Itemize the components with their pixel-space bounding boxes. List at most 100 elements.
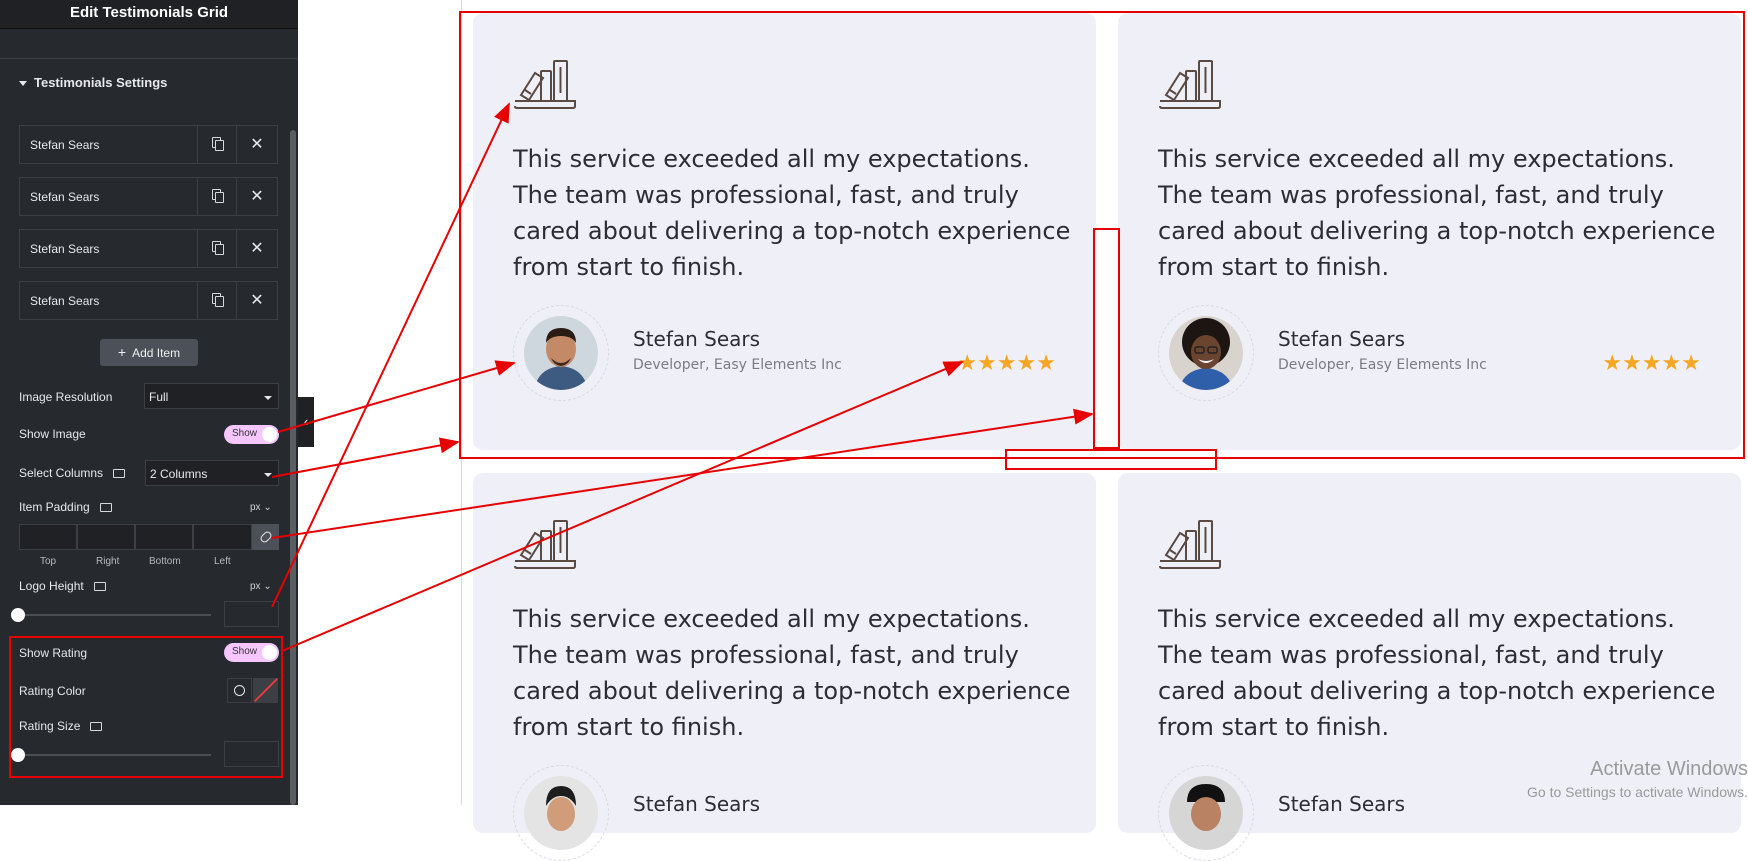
rating-stars: ★★★★★ bbox=[1602, 350, 1701, 375]
duplicate-icon[interactable] bbox=[197, 126, 237, 163]
padding-bottom-input[interactable] bbox=[135, 524, 193, 550]
padding-right-input[interactable] bbox=[77, 524, 135, 550]
desktop-icon[interactable] bbox=[113, 469, 126, 478]
author-name: Stefan Sears bbox=[1278, 327, 1406, 351]
padding-left-input[interactable] bbox=[193, 524, 252, 550]
panel-title: Edit Testimonials Grid bbox=[0, 0, 298, 29]
avatar bbox=[513, 305, 609, 401]
close-icon[interactable]: ✕ bbox=[237, 178, 277, 215]
rating-size-text: Rating Size bbox=[19, 719, 81, 733]
toggle-text: Show bbox=[232, 428, 258, 439]
item-padding-dimensions bbox=[19, 524, 279, 550]
author-role: Developer, Easy Elements Inc bbox=[633, 357, 842, 373]
desktop-icon[interactable] bbox=[99, 503, 112, 512]
avatar bbox=[1158, 765, 1254, 861]
testimonial-card: This service exceeded all my expectation… bbox=[473, 13, 1096, 450]
rating-stars: ★★★★★ bbox=[957, 350, 1056, 375]
rating-size-label: Rating Size bbox=[19, 719, 103, 733]
editor-panel: Edit Testimonials Grid Testimonials Sett… bbox=[0, 0, 298, 805]
toggle-text: Show bbox=[232, 646, 258, 657]
globe-icon[interactable] bbox=[227, 678, 252, 703]
add-item-button[interactable]: + Add Item bbox=[100, 339, 198, 366]
select-columns-select[interactable]: 2 Columns bbox=[145, 460, 279, 486]
close-icon[interactable]: ✕ bbox=[237, 126, 277, 163]
desktop-icon[interactable] bbox=[90, 722, 103, 731]
padding-top-input[interactable] bbox=[19, 524, 77, 550]
show-image-toggle[interactable]: Show bbox=[224, 425, 279, 444]
link-icon[interactable] bbox=[252, 524, 279, 550]
avatar bbox=[513, 765, 609, 861]
testimonial-quote: This service exceeded all my expectation… bbox=[1158, 605, 1716, 741]
padding-right-label: Right bbox=[96, 556, 120, 567]
repeater-item-label: Stefan Sears bbox=[30, 138, 100, 152]
padding-top-label: Top bbox=[40, 556, 57, 567]
testimonial-quote: This service exceeded all my expectation… bbox=[513, 145, 1071, 281]
close-icon[interactable]: ✕ bbox=[237, 282, 277, 319]
books-logo-icon bbox=[514, 60, 576, 109]
show-rating-label: Show Rating bbox=[19, 646, 88, 660]
padding-left-label: Left bbox=[214, 556, 231, 567]
logo-height-slider-track[interactable] bbox=[19, 614, 211, 616]
testimonial-quote: This service exceeded all my expectation… bbox=[513, 605, 1071, 741]
column-guide bbox=[461, 0, 462, 805]
books-logo-icon bbox=[514, 520, 576, 569]
unit-label: px bbox=[250, 502, 261, 513]
rating-size-slider-knob[interactable] bbox=[11, 748, 25, 762]
author-name: Stefan Sears bbox=[1278, 792, 1406, 816]
duplicate-icon[interactable] bbox=[197, 230, 237, 267]
caret-down-icon bbox=[19, 81, 27, 86]
show-rating-toggle[interactable]: Show bbox=[224, 643, 279, 662]
select-columns-value: 2 Columns bbox=[150, 467, 208, 481]
panel-scrollbar[interactable] bbox=[290, 130, 296, 805]
repeater-item-label: Stefan Sears bbox=[30, 242, 100, 256]
unit-label: px bbox=[250, 581, 261, 592]
logo-height-unit-select[interactable]: px ⌄ bbox=[250, 581, 272, 592]
item-padding-label: Item Padding bbox=[19, 500, 112, 514]
padding-bottom-label: Bottom bbox=[149, 556, 181, 567]
logo-height-text: Logo Height bbox=[19, 579, 84, 593]
repeater-item[interactable]: Stefan Sears ✕ bbox=[19, 125, 278, 164]
testimonial-quote: This service exceeded all my expectation… bbox=[1158, 145, 1716, 281]
image-resolution-label: Image Resolution bbox=[19, 390, 113, 404]
rating-color-picker[interactable] bbox=[253, 678, 278, 703]
collapse-panel-tab[interactable]: ‹ bbox=[298, 397, 314, 447]
add-item-label: Add Item bbox=[132, 346, 181, 360]
logo-height-input[interactable] bbox=[224, 601, 279, 627]
plus-icon: + bbox=[117, 344, 127, 360]
author-name: Stefan Sears bbox=[633, 792, 761, 816]
chevron-down-icon bbox=[264, 473, 272, 477]
duplicate-icon[interactable] bbox=[197, 178, 237, 215]
preview-canvas: This service exceeded all my expectation… bbox=[314, 0, 1748, 861]
select-columns-text: Select Columns bbox=[19, 466, 104, 480]
image-resolution-value: Full bbox=[149, 390, 169, 404]
windows-watermark-title: Activate Windows bbox=[1590, 758, 1748, 780]
books-logo-icon bbox=[1159, 60, 1221, 109]
chevron-down-icon bbox=[264, 396, 272, 400]
author-name: Stefan Sears bbox=[633, 327, 761, 351]
section-label: Testimonials Settings bbox=[34, 75, 168, 90]
rating-size-input[interactable] bbox=[224, 741, 279, 767]
repeater-item-label: Stefan Sears bbox=[30, 294, 100, 308]
avatar bbox=[1158, 305, 1254, 401]
books-logo-icon bbox=[1159, 520, 1221, 569]
rating-color-label: Rating Color bbox=[19, 684, 86, 698]
duplicate-icon[interactable] bbox=[197, 282, 237, 319]
item-padding-unit-select[interactable]: px ⌄ bbox=[250, 502, 272, 513]
toggle-knob bbox=[262, 645, 277, 660]
repeater-item[interactable]: Stefan Sears ✕ bbox=[19, 281, 278, 320]
repeater-item-label: Stefan Sears bbox=[30, 190, 100, 204]
testimonials-settings-section[interactable]: Testimonials Settings bbox=[0, 58, 298, 111]
windows-watermark-subtitle: Go to Settings to activate Windows. bbox=[1527, 784, 1748, 800]
testimonial-card: This service exceeded all my expectation… bbox=[1118, 13, 1741, 450]
toggle-knob bbox=[262, 427, 277, 442]
testimonial-card: This service exceeded all my expectation… bbox=[473, 473, 1096, 861]
repeater-item[interactable]: Stefan Sears ✕ bbox=[19, 229, 278, 268]
select-columns-label: Select Columns bbox=[19, 466, 126, 480]
desktop-icon[interactable] bbox=[93, 582, 106, 591]
rating-size-slider-track[interactable] bbox=[19, 754, 211, 756]
logo-height-slider-knob[interactable] bbox=[11, 608, 25, 622]
image-resolution-select[interactable]: Full bbox=[144, 383, 279, 409]
close-icon[interactable]: ✕ bbox=[237, 230, 277, 267]
repeater-item[interactable]: Stefan Sears ✕ bbox=[19, 177, 278, 216]
author-role: Developer, Easy Elements Inc bbox=[1278, 357, 1487, 373]
